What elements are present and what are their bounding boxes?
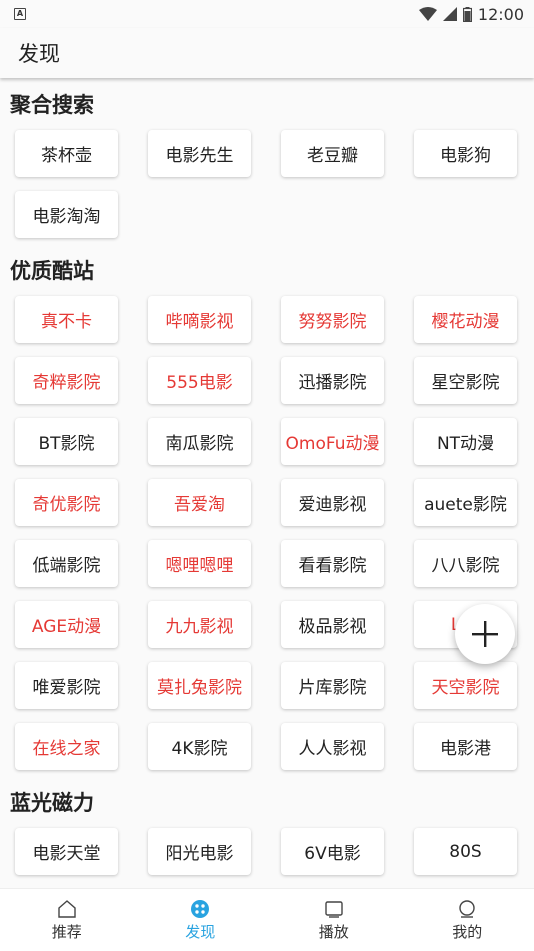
nav-label: 发现 [185, 921, 215, 942]
section-title: 聚合搜索 [10, 78, 519, 130]
site-chip[interactable]: OmoFu动漫 [281, 418, 384, 465]
site-chip[interactable]: 哔嘀影视 [148, 296, 251, 343]
site-chip[interactable]: 星空影院 [414, 357, 517, 404]
site-chip[interactable]: AGE动漫 [15, 601, 118, 648]
content-scroll[interactable]: 聚合搜索茶杯壶电影先生老豆瓣电影狗电影淘淘优质酷站真不卡哔嘀影视努努影院樱花动漫… [0, 78, 534, 888]
plus-icon [471, 620, 499, 648]
site-chip[interactable]: 555电影 [148, 357, 251, 404]
wifi-icon [419, 7, 437, 21]
site-grid: 茶杯壶电影先生老豆瓣电影狗电影淘淘 [15, 130, 519, 238]
site-chip[interactable]: 爱迪影视 [281, 479, 384, 526]
nav-label: 推荐 [52, 921, 82, 942]
site-chip[interactable]: 电影狗 [414, 130, 517, 177]
site-chip[interactable]: 奇粹影院 [15, 357, 118, 404]
nav-label: 我的 [452, 921, 482, 942]
site-chip[interactable]: 真不卡 [15, 296, 118, 343]
site-chip[interactable]: 莫扎兔影院 [148, 662, 251, 709]
site-chip[interactable]: 九九影视 [148, 601, 251, 648]
site-chip[interactable]: 在线之家 [15, 723, 118, 770]
site-grid: 真不卡哔嘀影视努努影院樱花动漫奇粹影院 555电影迅播影院星空影院 BT影院南瓜影院… [15, 296, 519, 770]
site-chip[interactable]: 阳光电影 [148, 828, 251, 875]
section-title: 优质酷站 [10, 244, 519, 296]
site-chip[interactable]: 电影先生 [148, 130, 251, 177]
app-bar: 发现 [0, 28, 534, 78]
site-chip[interactable]: 努努影院 [281, 296, 384, 343]
status-time: 12:00 [478, 5, 524, 24]
add-fab-button[interactable] [455, 604, 515, 664]
site-chip[interactable]: 八八影院 [414, 540, 517, 587]
site-chip[interactable]: 片库影院 [281, 662, 384, 709]
nav-item-discover[interactable]: 发现 [134, 889, 268, 951]
site-chip[interactable]: 80S [414, 828, 517, 875]
site-chip[interactable]: 极品影视 [281, 601, 384, 648]
profile-icon [457, 899, 477, 919]
nav-item-home[interactable]: 推荐 [0, 889, 134, 951]
site-chip[interactable]: NT动漫 [414, 418, 517, 465]
discover-icon [190, 899, 210, 919]
page-title: 发现 [18, 38, 60, 68]
nav-label: 播放 [319, 921, 349, 942]
site-chip[interactable]: 电影港 [414, 723, 517, 770]
site-grid: 电影天堂阳光电影 6V电影 80S [15, 828, 519, 875]
signal-icon [443, 7, 457, 21]
play-icon [324, 899, 344, 919]
notification-a-icon: A [14, 8, 26, 20]
site-chip[interactable]: 6V电影 [281, 828, 384, 875]
site-chip[interactable]: BT影院 [15, 418, 118, 465]
site-chip[interactable]: 南瓜影院 [148, 418, 251, 465]
site-chip[interactable]: 电影淘淘 [15, 191, 118, 238]
site-chip[interactable]: 嗯哩嗯哩 [148, 540, 251, 587]
site-chip[interactable]: 樱花动漫 [414, 296, 517, 343]
bottom-nav: 推荐 发现 播放 我的 [0, 888, 534, 951]
site-chip[interactable]: 人人影视 [281, 723, 384, 770]
nav-item-profile[interactable]: 我的 [401, 889, 534, 951]
site-chip[interactable]: auete影院 [414, 479, 517, 526]
battery-icon [463, 7, 472, 22]
site-chip[interactable]: 看看影院 [281, 540, 384, 587]
site-chip[interactable]: 奇优影院 [15, 479, 118, 526]
site-chip[interactable]: 4K影院 [148, 723, 251, 770]
section-title: 蓝光磁力 [10, 776, 519, 828]
nav-item-play[interactable]: 播放 [267, 889, 401, 951]
site-chip[interactable]: 老豆瓣 [281, 130, 384, 177]
status-bar: A 12:00 [0, 0, 534, 28]
site-chip[interactable]: 低端影院 [15, 540, 118, 587]
site-chip[interactable]: 茶杯壶 [15, 130, 118, 177]
home-icon [57, 899, 77, 919]
site-chip[interactable]: 唯爱影院 [15, 662, 118, 709]
site-chip[interactable]: 电影天堂 [15, 828, 118, 875]
site-chip[interactable]: 吾爱淘 [148, 479, 251, 526]
site-chip[interactable]: 天空影院 [414, 662, 517, 709]
site-chip[interactable]: 迅播影院 [281, 357, 384, 404]
